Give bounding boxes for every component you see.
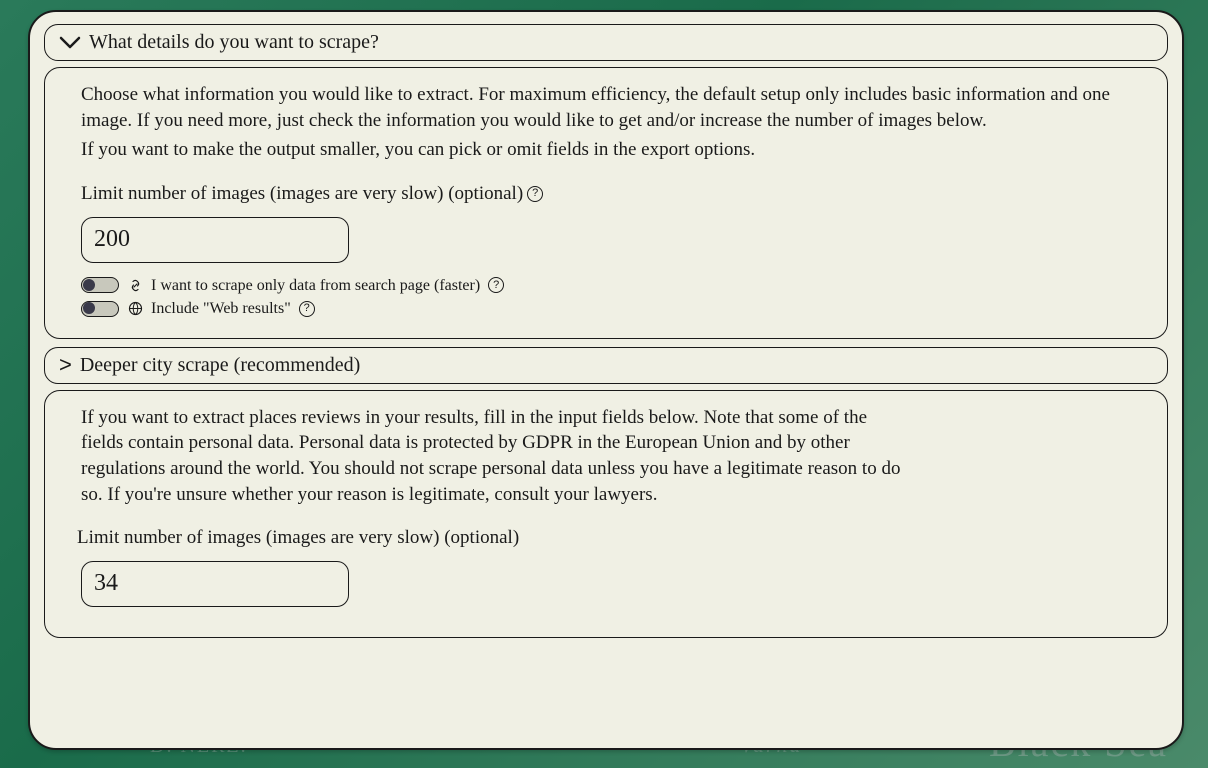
- images-limit-label: Limit number of images (images are very …: [81, 181, 523, 207]
- section-title: Deeper city scrape (recommended): [80, 354, 360, 377]
- include-web-results-toggle[interactable]: [81, 301, 119, 317]
- search-page-only-toggle[interactable]: [81, 277, 119, 293]
- toggle-label: Include "Web results": [151, 298, 291, 320]
- help-icon[interactable]: ?: [527, 186, 543, 202]
- images-limit-label-row: Limit number of images (images are very …: [81, 181, 1131, 207]
- settings-card: What details do you want to scrape? Choo…: [28, 10, 1184, 750]
- images-limit-label: Limit number of images (images are very …: [77, 525, 519, 551]
- deeper-city-section: > Deeper city scrape (recommended) If yo…: [44, 347, 1168, 638]
- chevron-right-icon: >: [59, 354, 72, 376]
- globe-icon: [127, 301, 143, 317]
- search-page-only-row: I want to scrape only data from search p…: [81, 275, 1131, 297]
- deeper-city-body: If you want to extract places reviews in…: [44, 390, 1168, 638]
- scrape-details-section: What details do you want to scrape? Choo…: [44, 24, 1168, 339]
- images-limit-input[interactable]: [81, 217, 349, 263]
- toggle-label: I want to scrape only data from search p…: [151, 275, 480, 297]
- description-text: Choose what information you would like t…: [81, 82, 1131, 133]
- chevron-down-icon: [59, 36, 81, 50]
- images-limit-label-row: Limit number of images (images are very …: [77, 525, 1131, 551]
- section-title: What details do you want to scrape?: [89, 31, 379, 54]
- help-icon[interactable]: ?: [299, 301, 315, 317]
- scrape-details-body: Choose what information you would like t…: [44, 67, 1168, 339]
- link-icon: [127, 277, 143, 293]
- images-limit-input-deeper[interactable]: [81, 561, 349, 607]
- include-web-results-row: Include "Web results" ?: [81, 298, 1131, 320]
- description-text: If you want to make the output smaller, …: [81, 137, 1131, 163]
- help-icon[interactable]: ?: [488, 277, 504, 293]
- scrape-details-header[interactable]: What details do you want to scrape?: [44, 24, 1168, 61]
- description-text: If you want to extract places reviews in…: [81, 405, 901, 508]
- deeper-city-header[interactable]: > Deeper city scrape (recommended): [44, 347, 1168, 384]
